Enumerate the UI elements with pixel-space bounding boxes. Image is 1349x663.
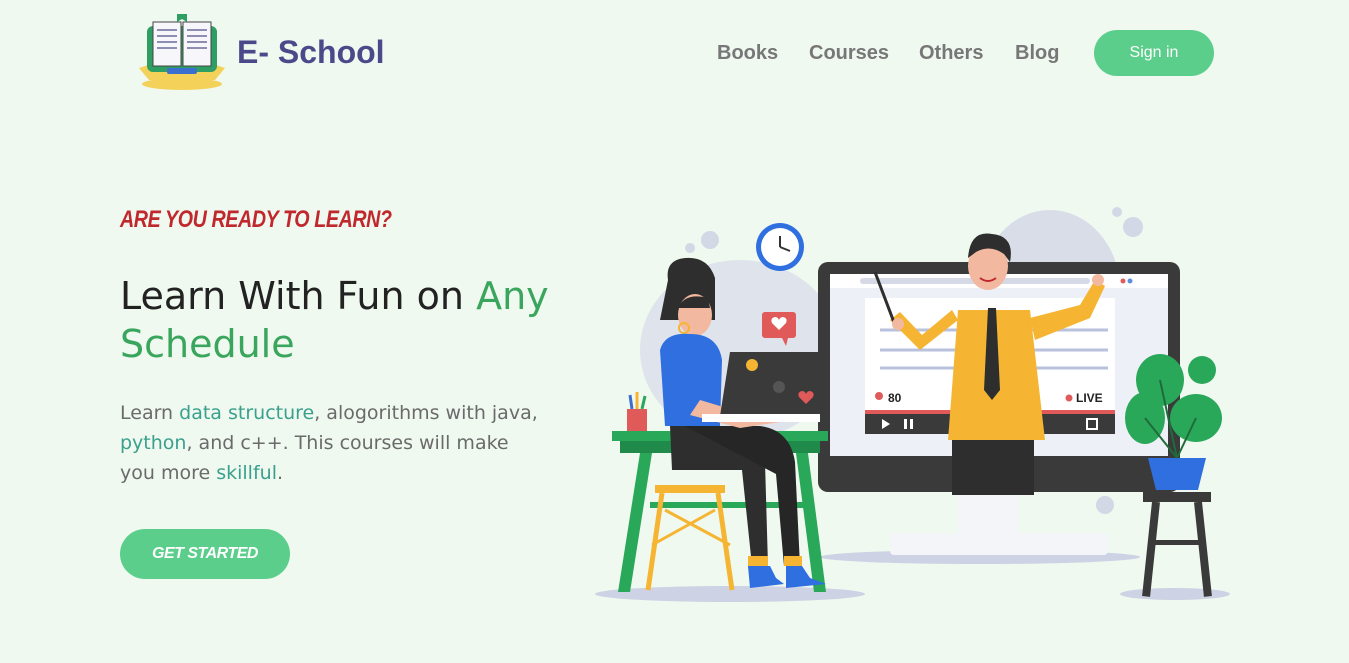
headline-part-2: Any — [476, 274, 549, 318]
get-started-button[interactable]: GET STARTED — [120, 529, 290, 579]
online-learning-illustration: 80 LIVE — [595, 207, 1230, 602]
open-book-icon[interactable] — [137, 12, 227, 92]
desc-text-1: Learn — [120, 402, 180, 424]
sign-in-button[interactable]: Sign in — [1094, 30, 1214, 76]
viewer-count: 80 — [888, 391, 902, 405]
desc-highlight-skillful: skillful — [216, 462, 277, 484]
nav-item-others[interactable]: Others — [919, 42, 983, 65]
hero-description: Learn data structure, alogorithms with j… — [120, 398, 540, 488]
headline-part-1: Learn With Fun on — [120, 274, 477, 318]
hero-eyebrow: ARE YOU READY TO LEARN? — [120, 206, 392, 233]
desc-highlight-data-structure: data structure — [179, 402, 315, 424]
desc-highlight-python: python — [120, 432, 187, 454]
nav-item-books[interactable]: Books — [717, 42, 778, 65]
desc-text-2: , alogorithms with java, — [314, 402, 538, 424]
live-label: LIVE — [1076, 391, 1103, 405]
nav-item-blog[interactable]: Blog — [1015, 42, 1059, 65]
brand-name[interactable]: E- School — [237, 34, 385, 71]
desc-text-4: . — [276, 462, 284, 484]
hero-headline: Learn With Fun on Any Schedule — [120, 272, 580, 368]
nav-item-courses[interactable]: Courses — [809, 42, 889, 65]
headline-part-3: Schedule — [120, 322, 295, 366]
